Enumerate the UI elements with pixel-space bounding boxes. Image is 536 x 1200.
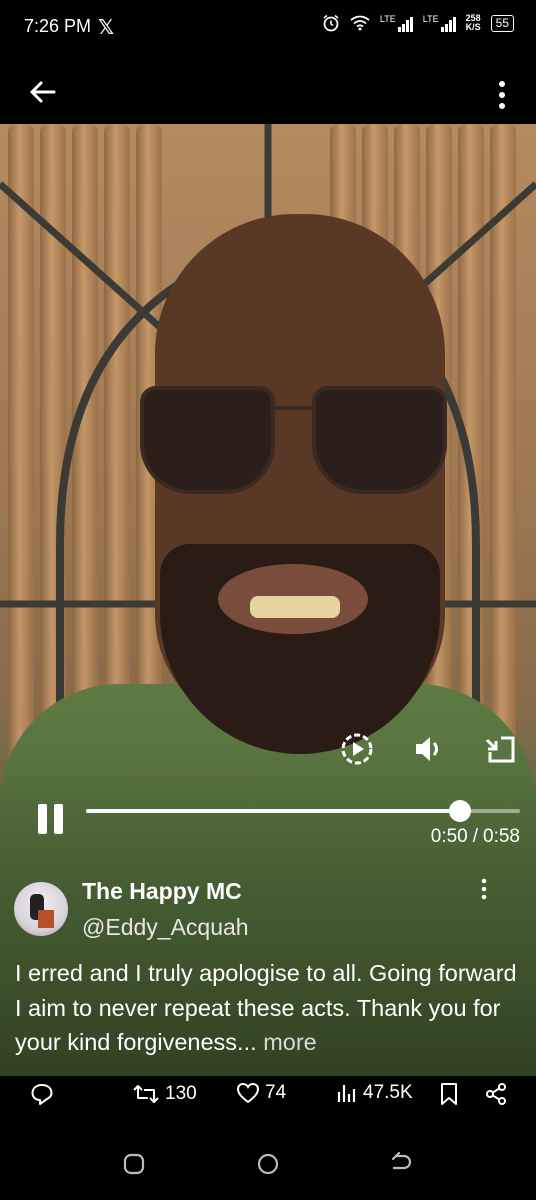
more-vertical-icon[interactable] [498,80,506,110]
share-button[interactable] [484,1082,508,1106]
status-bar: 7:26 PM 𝕏 LTE LTE 258 K/S 55 [0,0,536,56]
retweet-icon [133,1085,159,1103]
alarm-icon [323,14,339,32]
x-logo-icon: 𝕏 [98,17,115,39]
display-name[interactable]: The Happy MC [82,878,242,905]
network-speed: 258 K/S [465,13,481,32]
bookmark-icon [441,1083,457,1105]
signal-1: LTE [380,14,413,32]
user-handle[interactable]: @Eddy_Acquah [82,914,249,941]
like-count: 74 [265,1082,287,1103]
battery-icon: 55 [490,14,514,32]
status-indicators: LTE LTE 258 K/S 55 [322,14,514,32]
signal-bars-2-icon [440,16,456,32]
heart-icon [236,1082,260,1104]
recent-apps-icon[interactable] [122,1152,146,1176]
pause-button[interactable] [36,804,66,836]
show-more-link[interactable]: more [263,1029,317,1055]
signal-2: LTE [423,14,456,32]
tweet-more-icon[interactable] [480,878,488,900]
like-button[interactable]: 74 [236,1082,286,1104]
duration: 0:58 [483,826,520,847]
retweet-count: 130 [165,1083,197,1104]
reply-button[interactable] [30,1082,54,1106]
reply-icon [31,1084,53,1105]
autoplay-icon[interactable] [340,732,374,766]
progress-bar[interactable] [86,800,520,822]
view-count: 47.5K [363,1082,413,1103]
status-time: 7:26 PM [24,16,92,36]
time-separator: / [472,826,479,847]
progress-thumb[interactable] [449,800,472,822]
current-time: 0:50 [430,826,468,847]
video-player[interactable]: 0:50 / 0:58 The Happy MC @Eddy_Acquah I … [0,124,536,1076]
top-bar [0,56,536,124]
bookmark-button[interactable] [438,1082,460,1106]
back-arrow-icon[interactable] [26,76,58,108]
tweet-text: I erred and I truly apologise to all. Go… [15,956,525,1060]
home-icon[interactable] [256,1152,280,1176]
video-time: 0:50 / 0:58 [431,826,520,848]
retweet-button[interactable]: 130 [132,1082,197,1106]
wifi-icon [350,15,370,31]
volume-icon[interactable] [412,732,446,766]
nav-back-icon[interactable] [390,1152,414,1176]
system-nav-bar [0,1116,536,1200]
signal-bars-1-icon [397,16,413,32]
action-bar: 130 74 47.5K [0,1076,536,1116]
views-icon [337,1085,356,1102]
progress-fill [86,809,461,813]
share-icon [486,1083,506,1105]
avatar[interactable] [14,882,68,936]
views-button[interactable]: 47.5K [336,1082,413,1104]
exit-fullscreen-icon[interactable] [484,732,518,766]
